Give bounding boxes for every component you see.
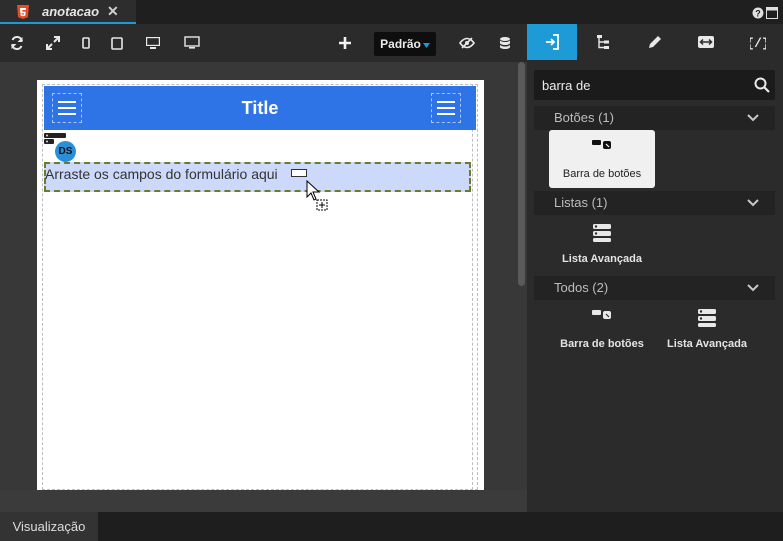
tree-icon bbox=[597, 35, 609, 49]
mode-select[interactable]: Padrão bbox=[374, 32, 436, 56]
component-card-lista-avancada[interactable]: Lista Avançada bbox=[654, 300, 760, 358]
hide-eye-icon[interactable] bbox=[456, 32, 478, 54]
dropzone-text: Arraste os campos do formulário aqui bbox=[45, 166, 278, 182]
component-card-barra-de-botoes[interactable]: Barra de botões bbox=[549, 300, 655, 358]
category-listas[interactable]: Listas (1) bbox=[534, 191, 775, 215]
refresh-icon[interactable] bbox=[6, 32, 28, 54]
category-label: Botões (1) bbox=[554, 110, 614, 125]
component-label: Lista Avançada bbox=[667, 338, 747, 350]
close-icon[interactable]: ✕ bbox=[107, 3, 119, 20]
pencil-icon bbox=[649, 36, 661, 48]
help-icon[interactable]: ? bbox=[752, 6, 764, 24]
tab-resize[interactable] bbox=[681, 24, 731, 60]
drag-cursor-icon bbox=[305, 179, 329, 217]
html5-icon bbox=[17, 5, 29, 24]
tablet-icon[interactable] bbox=[106, 32, 128, 54]
component-label: Lista Avançada bbox=[562, 253, 642, 265]
phone-icon[interactable] bbox=[75, 32, 97, 54]
category-label: Todos (2) bbox=[554, 280, 609, 295]
desktop-icon[interactable] bbox=[142, 32, 164, 54]
component-label: Barra de botões bbox=[560, 338, 644, 350]
tab-anotacao[interactable]: anotacao ✕ bbox=[0, 0, 136, 24]
advanced-list-icon bbox=[549, 223, 655, 245]
chevron-down-icon bbox=[747, 195, 759, 210]
tab-title: anotacao bbox=[42, 4, 100, 19]
component-card-lista-avancada[interactable]: Lista Avançada bbox=[549, 215, 655, 273]
expand-icon[interactable] bbox=[42, 32, 64, 54]
resize-horizontal-icon bbox=[698, 36, 714, 48]
canvas-scrollbar[interactable] bbox=[518, 62, 525, 286]
window-icon[interactable] bbox=[766, 6, 778, 24]
component-card-barra-de-botoes[interactable]: Barra de botões bbox=[549, 130, 655, 188]
chevron-down-icon bbox=[747, 110, 759, 125]
button-bar-icon bbox=[549, 308, 655, 330]
category-botoes[interactable]: Botões (1) bbox=[534, 106, 775, 130]
svg-text:{/}: {/} bbox=[750, 36, 766, 50]
search-input[interactable] bbox=[542, 76, 742, 94]
search-icon[interactable] bbox=[754, 77, 770, 98]
tab-code[interactable]: {/} bbox=[733, 24, 783, 60]
tab-components[interactable] bbox=[527, 24, 577, 60]
datasource-badge[interactable]: DS bbox=[55, 141, 76, 162]
caret-down-icon bbox=[422, 37, 430, 51]
canvas-footer bbox=[0, 490, 527, 512]
category-todos[interactable]: Todos (2) bbox=[534, 276, 775, 300]
category-label: Listas (1) bbox=[554, 195, 608, 210]
tab-edit[interactable] bbox=[630, 24, 680, 60]
login-icon bbox=[546, 34, 559, 50]
page-container-outline bbox=[42, 84, 478, 490]
code-flask-icon: {/} bbox=[750, 36, 766, 50]
bottom-bar bbox=[0, 512, 783, 541]
add-icon[interactable] bbox=[334, 32, 356, 54]
button-bar-icon bbox=[549, 138, 655, 160]
menu-icon-right[interactable] bbox=[431, 93, 461, 123]
toolbar: Padrão bbox=[0, 24, 527, 62]
chevron-down-icon bbox=[747, 280, 759, 295]
monitor-icon[interactable] bbox=[181, 32, 203, 54]
component-label: Barra de botões bbox=[562, 168, 642, 180]
panel-tabs: {/} bbox=[527, 24, 783, 60]
mode-select-label: Padrão bbox=[380, 37, 421, 51]
advanced-list-icon bbox=[654, 308, 760, 330]
header-title: Title bbox=[241, 98, 279, 118]
tab-visualizacao[interactable]: Visualização bbox=[0, 512, 98, 541]
page-container-outline-right bbox=[472, 84, 474, 490]
svg-text:?: ? bbox=[755, 9, 761, 19]
database-icon[interactable] bbox=[494, 32, 516, 54]
tab-tree[interactable] bbox=[579, 24, 629, 60]
